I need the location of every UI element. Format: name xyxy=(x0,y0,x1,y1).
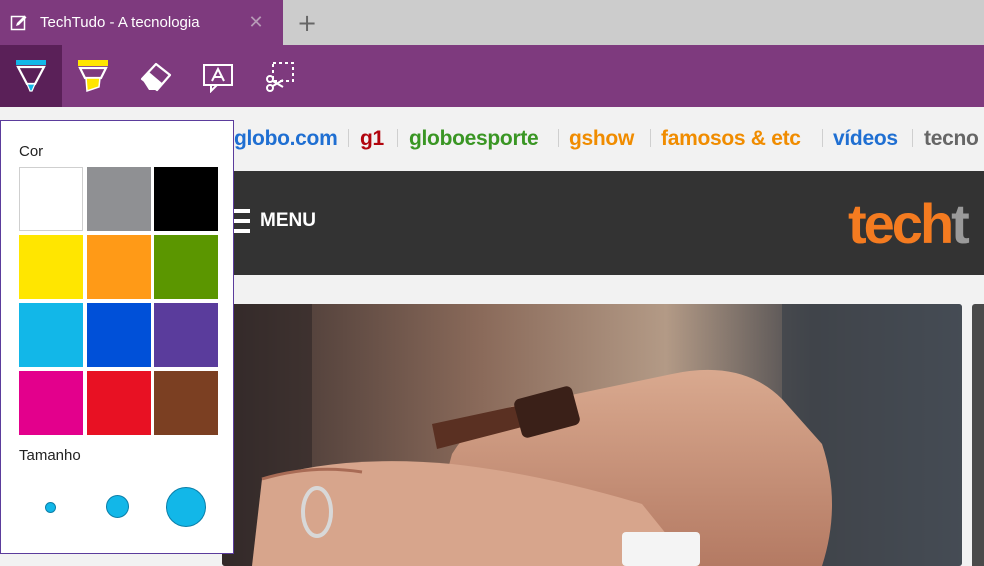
color-swatch-yellow[interactable] xyxy=(19,235,83,299)
link-tecno[interactable]: tecno xyxy=(924,127,979,151)
pen-options-panel: Cor Tamanho xyxy=(0,120,234,554)
edit-page-icon xyxy=(10,15,27,31)
techtudo-logo[interactable]: techt xyxy=(848,191,970,256)
color-swatch-brown[interactable] xyxy=(154,371,218,435)
add-typed-note-icon xyxy=(203,64,233,93)
divider xyxy=(650,129,651,147)
link-videos[interactable]: vídeos xyxy=(833,127,898,151)
link-globo-com[interactable]: globo.com xyxy=(234,127,338,151)
color-swatch-gray[interactable] xyxy=(87,167,151,231)
ballpoint-pen-icon xyxy=(16,60,46,92)
clip-icon xyxy=(266,62,294,92)
menu-button[interactable]: MENU xyxy=(260,210,316,232)
divider xyxy=(912,129,913,147)
active-tab[interactable]: TechTudo - A tecnologia ✕ xyxy=(0,0,283,45)
tab-bar: TechTudo - A tecnologia ✕ + xyxy=(0,0,984,45)
tab-title: TechTudo - A tecnologia xyxy=(40,14,200,31)
size-label: Tamanho xyxy=(19,447,81,464)
clip-tool[interactable] xyxy=(248,45,310,107)
color-swatch-magenta[interactable] xyxy=(19,371,83,435)
next-photo[interactable] xyxy=(972,304,984,566)
size-medium-option[interactable] xyxy=(106,495,129,518)
color-swatch-black[interactable] xyxy=(154,167,218,231)
close-tab-button[interactable]: ✕ xyxy=(246,13,266,33)
color-swatch-white[interactable] xyxy=(19,167,83,231)
color-swatch-purple[interactable] xyxy=(154,303,218,367)
link-gshow[interactable]: gshow xyxy=(569,127,634,151)
color-swatch-green[interactable] xyxy=(154,235,218,299)
highlighter-icon xyxy=(78,60,108,93)
eraser-tool[interactable] xyxy=(124,45,186,107)
hero-photo[interactable] xyxy=(222,304,962,566)
add-typed-note-tool[interactable] xyxy=(186,45,248,107)
color-swatch-blue[interactable] xyxy=(87,303,151,367)
eraser-icon xyxy=(140,62,172,92)
color-swatch-red[interactable] xyxy=(87,371,151,435)
divider xyxy=(348,129,349,147)
hamburger-icon[interactable] xyxy=(234,209,250,233)
divider xyxy=(397,129,398,147)
divider xyxy=(558,129,559,147)
divider xyxy=(822,129,823,147)
color-label: Cor xyxy=(19,143,44,160)
link-famosos[interactable]: famosos & etc xyxy=(661,127,801,151)
new-tab-button[interactable]: + xyxy=(294,11,320,37)
web-note-toolbar xyxy=(0,45,984,107)
size-small-option[interactable] xyxy=(45,502,56,513)
color-swatch-light-blue[interactable] xyxy=(19,303,83,367)
size-large-option[interactable] xyxy=(166,487,206,527)
color-swatch-orange[interactable] xyxy=(87,235,151,299)
link-globoesporte[interactable]: globoesporte xyxy=(409,127,539,151)
ballpoint-pen-tool[interactable] xyxy=(0,45,62,107)
highlighter-tool[interactable] xyxy=(62,45,124,107)
link-g1[interactable]: g1 xyxy=(360,127,384,151)
